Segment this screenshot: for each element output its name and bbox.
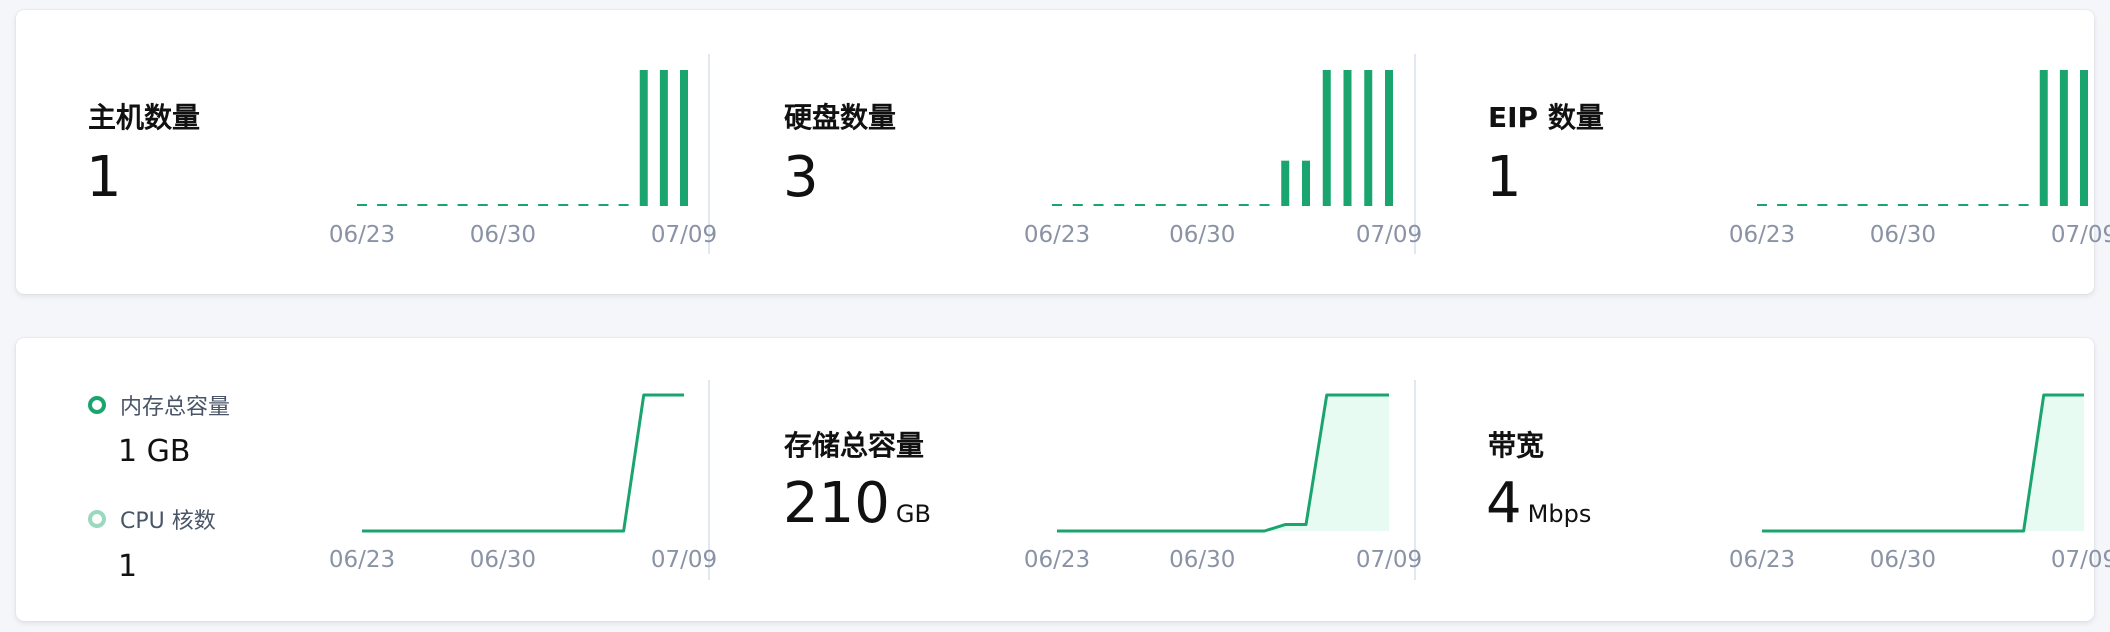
storage-number: 210 [783, 471, 890, 536]
disks-value: 3 [783, 145, 819, 210]
x-tick-label: 07/09 [1356, 547, 1422, 573]
disks-bar-chart: 06/23 06/30 07/09 [1024, 70, 1422, 248]
x-tick-label: 07/09 [1356, 222, 1422, 248]
x-tick-label: 07/09 [2051, 547, 2110, 573]
x-tick-label: 06/23 [329, 222, 395, 248]
x-tick-label: 06/23 [1024, 547, 1090, 573]
x-tick-label: 06/30 [1169, 547, 1235, 573]
bar [1343, 70, 1352, 206]
bar [639, 70, 648, 206]
bandwidth-area-chart: 06/23 06/30 07/09 [1729, 393, 2110, 573]
series-area [1057, 395, 1389, 531]
hosts-title: 主机数量 [88, 101, 201, 134]
bar [2059, 70, 2068, 206]
storage-unit: GB [895, 500, 931, 528]
bar [1281, 160, 1290, 206]
bar [2039, 70, 2048, 206]
memory-line-chart: 06/23 06/30 07/09 [329, 393, 717, 573]
legend-cpu: CPU 核数 [88, 503, 216, 535]
bandwidth-number: 4 [1486, 471, 1522, 536]
bandwidth-unit: Mbps [1527, 500, 1592, 528]
storage-title: 存储总容量 [784, 429, 925, 462]
x-tick-label: 07/09 [651, 547, 717, 573]
bar [1302, 160, 1310, 206]
hosts-value: 1 [86, 145, 122, 210]
disks-title: 硬盘数量 [784, 101, 897, 134]
x-tick-label: 06/23 [1024, 222, 1090, 248]
x-tick-label: 07/09 [651, 222, 717, 248]
legend-memory: 内存总容量 [88, 389, 230, 421]
x-tick-label: 06/23 [1729, 547, 1795, 573]
legend-cpu-label: CPU 核数 [120, 509, 216, 534]
eip-title: EIP 数量 [1488, 101, 1604, 134]
legend-memory-label: 内存总容量 [120, 395, 231, 420]
x-tick-label: 06/30 [1870, 222, 1936, 248]
bar [2080, 70, 2088, 206]
x-tick-label: 06/30 [1169, 222, 1235, 248]
bar [1385, 70, 1393, 206]
x-tick-label: 06/30 [470, 547, 536, 573]
storage-value: 210 GB [783, 476, 931, 532]
bar [1322, 70, 1331, 206]
bar [1364, 70, 1373, 206]
storage-area-chart: 06/23 06/30 07/09 [1024, 393, 1422, 573]
x-tick-label: 06/30 [470, 222, 536, 248]
hosts-bar-chart: 06/23 06/30 07/09 [329, 70, 717, 248]
bar [680, 70, 688, 206]
cpu-value: 1 [118, 549, 138, 584]
bandwidth-title: 带宽 [1488, 429, 1545, 462]
bandwidth-value: 4 Mbps [1486, 476, 1591, 532]
bar [659, 70, 668, 206]
memory-value: 1 GB [118, 434, 191, 469]
x-tick-label: 06/23 [1729, 222, 1795, 248]
legend-cpu-marker [88, 510, 106, 528]
eip-bar-chart: 06/23 06/30 07/09 [1729, 70, 2110, 248]
series-line [362, 393, 684, 533]
legend-memory-marker [88, 396, 106, 414]
series-area [1762, 395, 2084, 531]
x-tick-label: 06/30 [1870, 547, 1936, 573]
x-tick-label: 07/09 [2051, 222, 2110, 248]
eip-value: 1 [1486, 145, 1522, 210]
x-tick-label: 06/23 [329, 547, 395, 573]
